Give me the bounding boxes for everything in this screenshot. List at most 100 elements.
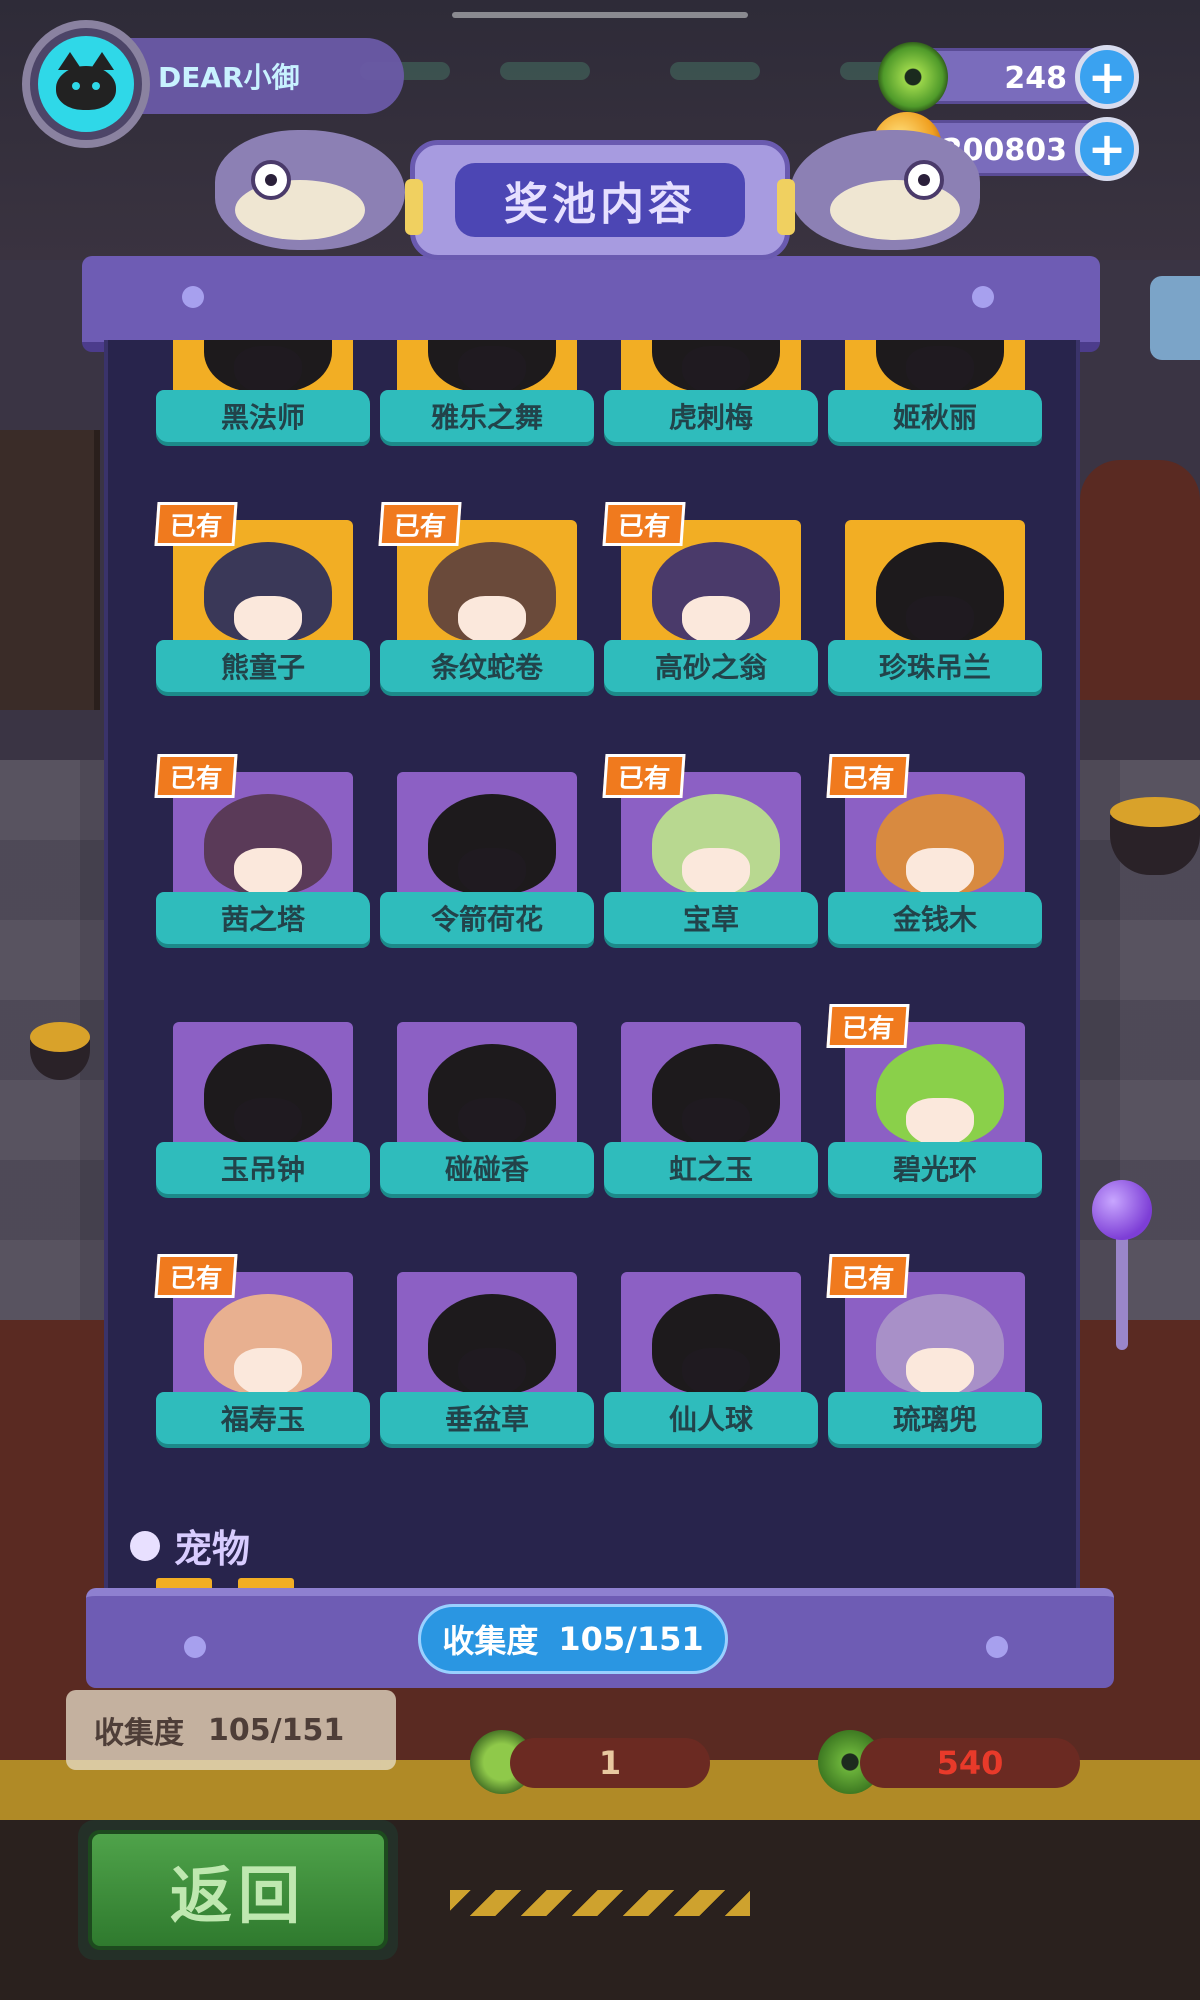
avatar-frame[interactable] [22, 20, 150, 148]
section-title: 宠物 [174, 1527, 251, 1571]
prize-item-card[interactable]: 熊童子 已有 [154, 502, 386, 750]
fish-eye [904, 160, 944, 200]
prize-item-card[interactable]: 玉吊钟 [156, 1022, 386, 1252]
prize-item-card[interactable]: 姬秋丽 [828, 340, 1058, 500]
panel-title-plate: 奖池内容 [405, 140, 795, 260]
gem-icon [878, 42, 948, 112]
item-name: 福寿玉 [156, 1392, 370, 1444]
owned-badge: 已有 [154, 754, 238, 798]
character-face [682, 1098, 750, 1146]
rod-bolt [184, 1636, 206, 1658]
prize-item-card[interactable]: 虎刺梅 [604, 340, 834, 500]
add-gems-button[interactable]: + [1075, 45, 1139, 109]
bg-collection-plate: 收集度 105/151 [66, 1690, 396, 1770]
character-face [458, 848, 526, 896]
prize-item-card[interactable]: 宝草 已有 [602, 754, 834, 1002]
character-face [234, 596, 302, 644]
fish-decoration-icon [215, 130, 405, 250]
item-name: 珍珠吊兰 [828, 640, 1042, 692]
prize-item-card[interactable]: 虹之玉 [604, 1022, 834, 1252]
bg-collection-label: 收集度 [94, 1716, 184, 1751]
item-name: 令箭荷花 [380, 892, 594, 944]
item-name: 金钱木 [828, 892, 1042, 944]
character-face [682, 346, 750, 394]
owned-badge: 已有 [378, 502, 462, 546]
fish-eye [251, 160, 291, 200]
cost-one-value: 1 [598, 1744, 622, 1782]
character-face [906, 346, 974, 394]
item-name: 虹之玉 [604, 1142, 818, 1194]
right-cabinet [1080, 460, 1200, 700]
prize-item-card[interactable]: 黑法师 [156, 340, 386, 500]
rod-bolt [972, 286, 994, 308]
add-coins-button[interactable]: + [1075, 117, 1139, 181]
prize-item-card[interactable]: 茜之塔 已有 [154, 754, 386, 1002]
prize-item-card[interactable]: 碧光环 已有 [826, 1004, 1058, 1252]
panel-title: 奖池内容 [455, 163, 745, 237]
prize-pool-list[interactable]: 黑法师 雅乐之舞 虎刺梅 姬秋丽 熊童子 已有 条纹蛇卷 已有 高砂之翁 已有 珍珠吊兰 茜之塔 已有令… [104, 340, 1080, 1590]
prize-item-card[interactable]: 雅乐之舞 [380, 340, 610, 500]
scroll-rod-top [82, 256, 1100, 352]
item-name: 仙人球 [604, 1392, 818, 1444]
character-face [234, 1348, 302, 1396]
item-name: 熊童子 [156, 640, 370, 692]
prize-item-card[interactable]: 条纹蛇卷 已有 [378, 502, 610, 750]
item-name: 垂盆草 [380, 1392, 594, 1444]
character-face [458, 596, 526, 644]
bg-collection-value: 105/151 [208, 1712, 345, 1748]
owned-badge: 已有 [154, 1254, 238, 1298]
character-face [682, 848, 750, 896]
character-face [906, 848, 974, 896]
character-face [234, 346, 302, 394]
prize-item-card[interactable]: 令箭荷花 [380, 772, 610, 1002]
left-cabinet [0, 430, 100, 710]
character-face [906, 596, 974, 644]
section-bullet-icon [130, 1530, 160, 1561]
item-name: 玉吊钟 [156, 1142, 370, 1194]
pet-section-header: 宠物 [130, 1518, 250, 1573]
item-name: 高砂之翁 [604, 640, 818, 692]
rod-bolt [182, 286, 204, 308]
bg-dash [670, 62, 760, 80]
prize-item-card[interactable]: 珍珠吊兰 [828, 520, 1058, 750]
item-name: 姬秋丽 [828, 390, 1042, 442]
character-face [458, 346, 526, 394]
prize-item-card[interactable]: 仙人球 [604, 1272, 834, 1502]
side-tab[interactable] [1150, 276, 1200, 360]
cat-eye-icon [72, 82, 80, 90]
item-name: 茜之塔 [156, 892, 370, 944]
home-indicator [452, 12, 748, 18]
character-face [234, 848, 302, 896]
title-cap [777, 179, 795, 235]
rod-bolt [986, 1636, 1008, 1658]
gem-count: 248 [1004, 61, 1067, 96]
owned-badge: 已有 [826, 1004, 910, 1048]
item-name: 碧光环 [828, 1142, 1042, 1194]
cost-two-value: 540 [936, 1744, 1004, 1782]
collection-value: 105/151 [558, 1620, 704, 1658]
item-name: 雅乐之舞 [380, 390, 594, 442]
prize-item-card[interactable]: 垂盆草 [380, 1272, 610, 1502]
item-name: 黑法师 [156, 390, 370, 442]
collection-progress: 收集度 105/151 [418, 1604, 728, 1674]
cost-pill-two[interactable]: 540 [860, 1738, 1080, 1788]
character-face [906, 1098, 974, 1146]
character-face [682, 1348, 750, 1396]
hazard-stripe [450, 1890, 750, 1916]
back-button[interactable]: 返回 [88, 1830, 388, 1950]
prize-item-card[interactable]: 琉璃兜 已有 [826, 1254, 1058, 1502]
owned-badge: 已有 [154, 502, 238, 546]
lever-handle[interactable] [1092, 1180, 1152, 1240]
owned-badge: 已有 [826, 1254, 910, 1298]
prize-item-card[interactable]: 高砂之翁 已有 [602, 502, 834, 750]
cost-pill-one[interactable]: 1 [510, 1738, 710, 1788]
fish-decoration-icon [790, 130, 980, 250]
prize-item-card[interactable]: 福寿玉 已有 [154, 1254, 386, 1502]
character-face [906, 1348, 974, 1396]
character-face [458, 1098, 526, 1146]
prize-item-card[interactable]: 碰碰香 [380, 1022, 610, 1252]
avatar [38, 36, 134, 132]
item-name: 条纹蛇卷 [380, 640, 594, 692]
prize-item-card[interactable]: 金钱木 已有 [826, 754, 1058, 1002]
cat-eye-icon [92, 82, 100, 90]
